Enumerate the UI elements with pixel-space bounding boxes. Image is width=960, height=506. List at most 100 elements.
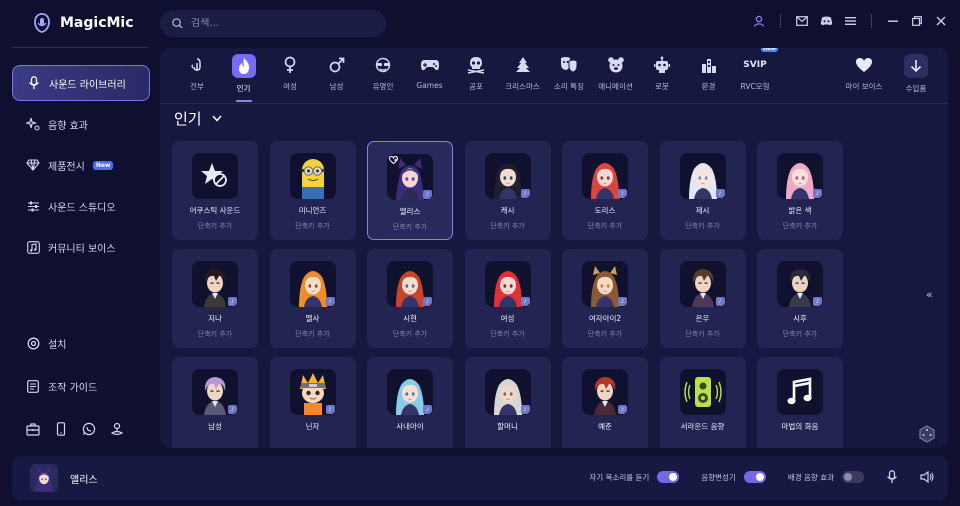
joystick-icon[interactable] [110,422,124,436]
mail-icon[interactable] [795,14,809,28]
voice-name: 예준 [598,422,612,431]
whatsapp-icon[interactable] [82,422,96,436]
user-icon[interactable] [752,14,766,28]
minimize-icon[interactable] [886,14,900,28]
sidebar-item-label: 커뮤니티 보이스 [48,243,116,255]
sidebar-item-product-showcase[interactable]: 제품전시 New [12,147,150,183]
menu-icon[interactable] [843,14,857,28]
voice-card[interactable]: 어쿠스틱 사운드 단축키 추가 [172,141,258,240]
add-shortcut-link[interactable]: 단축키 추가 [588,329,622,339]
new-badge: new [761,48,778,52]
add-shortcut-link[interactable]: 단축키 추가 [393,222,427,232]
tab-skull[interactable]: 공포 [451,54,501,92]
search-bar[interactable] [160,10,386,37]
voice-card[interactable]: 마법의 화음 [757,357,843,448]
ai-badge-icon: ♪ [423,405,432,414]
add-shortcut-link[interactable]: 단축키 추가 [490,329,524,339]
sparkle-icon [26,117,40,131]
collapse-panel-icon[interactable]: « [926,288,940,302]
sidebar-item-sound-studio[interactable]: 사운드 스튜디오 [12,188,150,224]
sidebar-item-sound-effects[interactable]: 음향 효과 [12,106,150,142]
add-shortcut-link[interactable]: 단축키 추가 [393,329,427,339]
search-input[interactable] [191,18,371,29]
microphone-icon[interactable] [886,470,898,484]
tab-label: 소리 특징 [554,82,584,91]
add-shortcut-link[interactable]: 단축키 추가 [783,329,817,339]
tab-female[interactable]: 여성 [265,54,315,92]
bottom-bar: 앨리스 자기 목소리를 듣기 음향변성기 배경 음향 효과 [12,456,948,500]
tab-male[interactable]: 남성 [312,54,362,92]
close-icon[interactable] [934,14,948,28]
tab-fire[interactable]: 인기 [219,54,269,102]
add-shortcut-link[interactable]: 단축키 추가 [685,221,719,231]
voice-card[interactable]: ♪ 케시 단축키 추가 [464,141,551,240]
tab-label: 마이 보이스 [845,82,883,91]
tab-city[interactable]: 환경 [684,54,734,92]
mobile-icon[interactable] [54,422,68,436]
favorite-heart-icon[interactable] [389,156,398,164]
voice-card[interactable]: ♪ 시현 단축키 추가 [367,249,453,348]
sidebar-item-community-voices[interactable]: 커뮤니티 보이스 [12,229,150,265]
toolbox-icon[interactable] [26,422,40,436]
add-shortcut-link[interactable]: 단축키 추가 [295,221,329,231]
voice-card[interactable]: ♪ 제시 단축키 추가 [659,141,746,240]
add-shortcut-link[interactable]: 단축키 추가 [295,329,329,339]
voice-card[interactable]: ♪ 할머니 [464,357,551,448]
tab-heart[interactable]: 마이 보이스 [839,54,889,92]
sidebar-nav: 사운드 라이브러리 음향 효과 제품전시 New 사운드 스튜디오 커뮤니티 보… [12,65,150,270]
heart-icon [853,54,875,76]
sidebar-item-sound-library[interactable]: 사운드 라이브러리 [12,65,150,101]
female-icon [279,54,301,76]
tab-svip[interactable]: SVIP new RVC모형 [730,48,780,92]
voice-changer-toggle[interactable] [743,471,766,483]
voice-card[interactable]: ♪ 밝은 색 단축키 추가 [757,141,843,240]
voice-avatar: ♪ [582,369,628,415]
restore-icon[interactable] [910,14,924,28]
voice-card[interactable]: ♪ 사내아이 [367,357,453,448]
add-shortcut-link[interactable]: 단축키 추가 [685,329,719,339]
tab-label: 수입품 [905,84,927,93]
sidebar-item-guide[interactable]: 조작 가이드 [12,368,150,404]
add-shortcut-link[interactable]: 단축키 추가 [588,221,622,231]
discord-icon[interactable] [819,14,833,28]
tab-mask[interactable]: 소리 특징 [544,54,594,92]
tab-robot[interactable]: 로봇 [637,54,687,92]
tab-gamepad[interactable]: Games [405,54,455,90]
tab-tree[interactable]: 크리스마스 [498,54,548,92]
voice-card[interactable]: ♪ 앨리스 단축키 추가 [367,141,453,240]
hear-myself-toggle[interactable] [657,471,680,483]
section-title[interactable]: 인기 [174,108,222,129]
speaker-icon[interactable] [920,471,934,483]
voice-card[interactable]: 서라운드 음향 [659,357,746,448]
add-shortcut-link[interactable]: 단축키 추가 [198,221,232,231]
add-shortcut-link[interactable]: 단축키 추가 [783,221,817,231]
background-effects-toggle[interactable] [842,471,864,483]
voice-card[interactable]: ♪ 도리스 단축키 추가 [562,141,648,240]
sidebar-item-settings[interactable]: 설치 [12,325,150,361]
voice-card[interactable]: ♪ 예준 [562,357,648,448]
ai-badge-icon: ♪ [618,405,627,414]
add-shortcut-link[interactable]: 단축키 추가 [490,221,524,231]
voice-card[interactable]: 미니언즈 단축키 추가 [269,141,356,240]
voice-card[interactable]: ♪ 남성 [172,357,258,448]
voice-avatar: ♪ [387,154,433,200]
tab-all[interactable]: 전부 [172,54,222,92]
voice-card[interactable]: ♪ 닌자 [269,357,356,448]
add-shortcut-link[interactable]: 단축키 추가 [198,329,232,339]
ai-badge-icon: ♪ [813,297,822,306]
voice-name: 시현 [403,314,417,323]
hear-myself-label: 자기 목소리를 듣기 [589,472,650,482]
voice-avatar: ♪ [777,261,823,307]
ai-badge-icon: ♪ [520,405,530,414]
tab-download[interactable]: 수입품 [891,54,941,94]
voice-card[interactable]: ♪ 멜사 단축키 추가 [269,249,356,348]
tab-bear[interactable]: 애니메이션 [591,54,641,92]
voice-card[interactable]: ♪ 은우 단축키 추가 [659,249,746,348]
voice-card[interactable]: ♪ 여자아이2 단축키 추가 [562,249,648,348]
voice-card[interactable]: ♪ 여성 단축키 추가 [464,249,551,348]
dice-icon[interactable] [918,425,936,443]
tab-celebrity[interactable]: 유명인 [358,54,408,92]
sidebar-item-label: 사운드 라이브러리 [49,79,126,91]
voice-card[interactable]: ♪ 시후 단축키 추가 [757,249,843,348]
voice-card[interactable]: ♪ 지나 단축키 추가 [172,249,258,348]
